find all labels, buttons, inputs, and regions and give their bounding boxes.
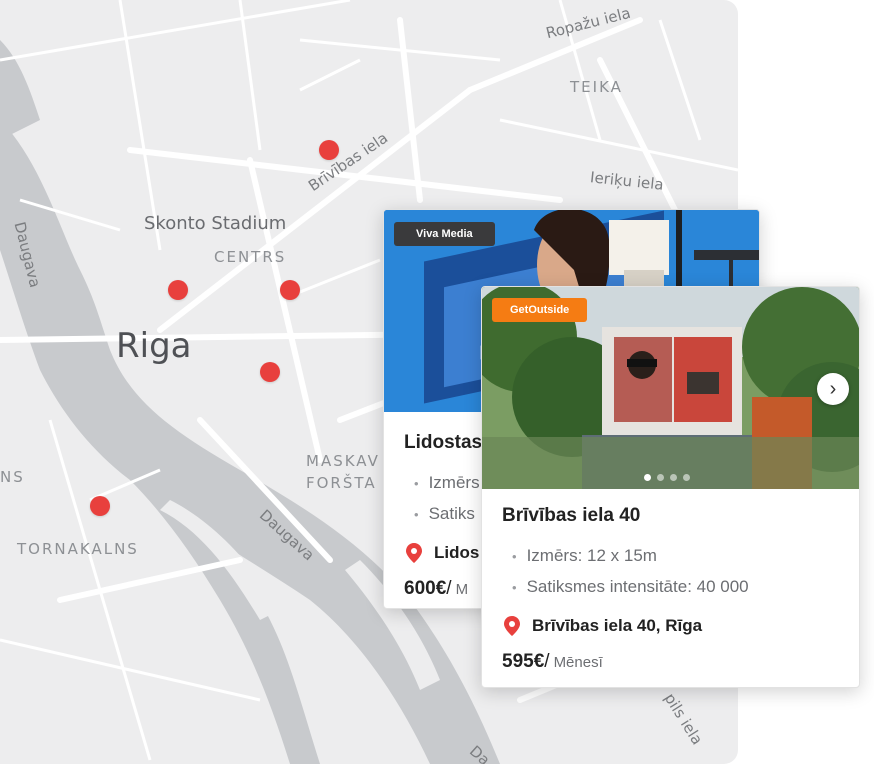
listing-price: 595€ — [502, 651, 545, 672]
carousel-dot[interactable] — [657, 474, 664, 481]
spec-item: Izmērs: 12 x 15m — [502, 541, 839, 572]
price-unit: M — [455, 581, 469, 598]
carousel-indicator — [644, 474, 690, 481]
map-label-riga: Riga — [116, 326, 192, 366]
chevron-right-icon: › — [829, 378, 837, 400]
carousel-dot[interactable] — [670, 474, 677, 481]
carousel-dot[interactable] — [683, 474, 690, 481]
map-pin[interactable] — [319, 140, 339, 160]
listing-card[interactable]: GetOutside › Brīvības iela 40 Izmērs: 12… — [481, 286, 860, 688]
price-unit: Mēnesī — [553, 654, 603, 671]
map-pin[interactable] — [168, 280, 188, 300]
location-pin-icon — [504, 616, 520, 636]
map-label-tornakalns: TORNAKALNS — [17, 540, 139, 558]
map-label-maskavas: MASKAV — [306, 452, 380, 470]
map-label-teika: TEIKA — [570, 78, 623, 96]
listing-photo[interactable]: GetOutside › — [482, 287, 859, 489]
map-label-skonto: Skonto Stadium — [144, 213, 287, 234]
next-image-button[interactable]: › — [817, 373, 849, 405]
listing-price: 600€ — [404, 578, 447, 599]
carousel-dot[interactable] — [644, 474, 651, 481]
map-pin[interactable] — [90, 496, 110, 516]
map-label-centrs: CENTRS — [214, 248, 287, 266]
listing-address: Brīvības iela 40, Rīga — [532, 616, 703, 635]
vendor-badge: GetOutside — [492, 298, 588, 322]
listing-title: Brīvības iela 40 — [502, 505, 641, 526]
map-pin[interactable] — [260, 362, 280, 382]
location-pin-icon — [406, 543, 422, 563]
spec-item: Satiksmes intensitāte: 40 000 — [502, 572, 839, 603]
map-label-ns: NS — [0, 468, 25, 486]
map-pin[interactable] — [280, 280, 300, 300]
map-label-forstat: FORŠTA — [306, 474, 377, 492]
vendor-badge: Viva Media — [394, 222, 495, 246]
price-separator: / — [544, 651, 550, 672]
listing-address: Lidos — [434, 543, 480, 562]
price-separator: / — [446, 578, 452, 599]
